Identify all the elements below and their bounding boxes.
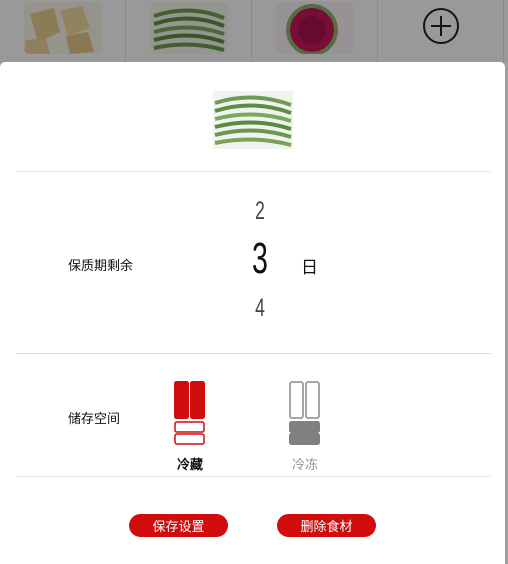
green-beans-icon xyxy=(213,91,293,149)
divider xyxy=(16,353,491,354)
storage-label: 储存空间 xyxy=(68,412,121,427)
day-picker-current[interactable]: 3 xyxy=(247,234,273,284)
day-picker-next[interactable]: 4 xyxy=(246,294,274,323)
delete-food-button[interactable]: 删除食材 xyxy=(277,514,376,537)
divider xyxy=(16,476,491,477)
freezer-compartment-icon xyxy=(289,381,321,445)
storage-option-fridge[interactable]: 冷藏 xyxy=(160,378,220,473)
divider xyxy=(16,171,491,172)
storage-option-label: 冷冻 xyxy=(291,458,318,473)
food-detail-sheet: 保质期剩余 2 3 4 日 储存空间 冷藏 冷冻 保存设置 删除食材 xyxy=(0,62,505,564)
day-unit-label: 日 xyxy=(301,258,318,278)
fridge-compartment-icon xyxy=(174,381,206,445)
storage-option-label: 冷藏 xyxy=(176,458,203,473)
save-settings-button[interactable]: 保存设置 xyxy=(129,514,228,537)
day-picker-prev[interactable]: 2 xyxy=(246,197,274,226)
shelf-life-label: 保质期剩余 xyxy=(68,259,134,274)
storage-option-freezer[interactable]: 冷冻 xyxy=(275,378,335,473)
